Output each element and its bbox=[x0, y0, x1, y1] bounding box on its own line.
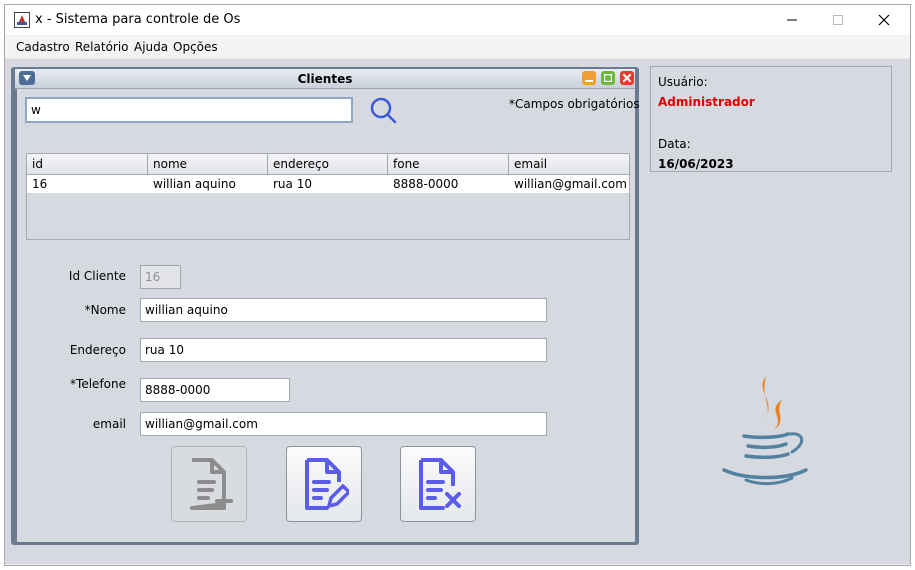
file-delete-icon bbox=[419, 458, 461, 510]
maximize-icon bbox=[604, 74, 612, 82]
menu-cadastro[interactable]: Cadastro bbox=[16, 40, 70, 54]
cell-endereco: rua 10 bbox=[273, 177, 312, 191]
date-value: 16/06/2023 bbox=[658, 157, 734, 171]
table-row[interactable]: 16 willian aquino rua 10 8888-0000 willi… bbox=[27, 175, 629, 193]
id-cliente-field bbox=[140, 265, 181, 289]
minimize-window-button[interactable] bbox=[769, 5, 815, 35]
cell-nome: willian aquino bbox=[153, 177, 236, 191]
id-cliente-label: Id Cliente bbox=[68, 269, 126, 283]
email-label: email bbox=[92, 417, 126, 431]
internal-frame-title: Clientes bbox=[297, 72, 353, 86]
cell-email: willian@gmail.com bbox=[514, 177, 627, 191]
cell-id: 16 bbox=[32, 177, 48, 191]
delete-client-button[interactable] bbox=[400, 446, 476, 522]
minimize-icon bbox=[787, 19, 797, 21]
menu-relatorio[interactable]: Relatório bbox=[75, 40, 129, 54]
endereco-label: Endereço bbox=[69, 343, 126, 357]
required-fields-note: *Campos obrigatórios bbox=[509, 97, 640, 111]
close-window-button[interactable] bbox=[861, 5, 907, 35]
column-header-endereco[interactable]: endereço bbox=[268, 154, 388, 174]
clients-table: id nome endereço fone email 16 willian a… bbox=[26, 153, 630, 240]
file-edit-icon bbox=[305, 458, 349, 510]
nome-field[interactable] bbox=[140, 298, 547, 322]
column-header-id[interactable]: id bbox=[27, 154, 148, 174]
file-add-icon bbox=[190, 458, 233, 510]
user-label: Usuário: bbox=[658, 75, 708, 89]
close-icon bbox=[878, 14, 890, 26]
window-title: x - Sistema para controle de Os bbox=[35, 12, 241, 27]
search-input[interactable] bbox=[25, 97, 353, 123]
cell-fone: 8888-0000 bbox=[393, 177, 459, 191]
frame-close-button[interactable] bbox=[620, 71, 634, 85]
menu-bar: Cadastro Relatório Ajuda Opções bbox=[5, 36, 910, 59]
menu-ajuda[interactable]: Ajuda bbox=[134, 40, 168, 54]
user-value: Administrador bbox=[658, 95, 755, 109]
search-icon[interactable] bbox=[368, 95, 398, 125]
frame-maximize-button[interactable] bbox=[601, 71, 615, 85]
maximize-icon bbox=[833, 15, 843, 25]
title-bar: x - Sistema para controle de Os bbox=[5, 5, 910, 35]
close-icon bbox=[623, 74, 631, 82]
endereco-field[interactable] bbox=[140, 338, 547, 362]
telefone-field[interactable] bbox=[140, 378, 290, 402]
edit-client-button[interactable] bbox=[286, 446, 362, 522]
telefone-label: *Telefone bbox=[70, 377, 126, 391]
date-label: Data: bbox=[658, 137, 691, 151]
maximize-window-button[interactable] bbox=[815, 5, 861, 35]
email-field[interactable] bbox=[140, 412, 547, 436]
menu-opcoes[interactable]: Opções bbox=[173, 40, 218, 54]
column-header-email[interactable]: email bbox=[509, 154, 629, 174]
column-header-nome[interactable]: nome bbox=[148, 154, 268, 174]
java-logo bbox=[722, 376, 808, 486]
nome-label: *Nome bbox=[84, 303, 126, 317]
minimize-icon bbox=[585, 80, 593, 82]
frame-minimize-button[interactable] bbox=[582, 71, 596, 85]
column-header-fone[interactable]: fone bbox=[388, 154, 509, 174]
table-header: id nome endereço fone email bbox=[27, 154, 629, 175]
add-client-button[interactable] bbox=[171, 446, 247, 522]
internal-frame-title-bar[interactable]: Clientes bbox=[15, 69, 635, 89]
java-app-icon bbox=[14, 12, 30, 28]
